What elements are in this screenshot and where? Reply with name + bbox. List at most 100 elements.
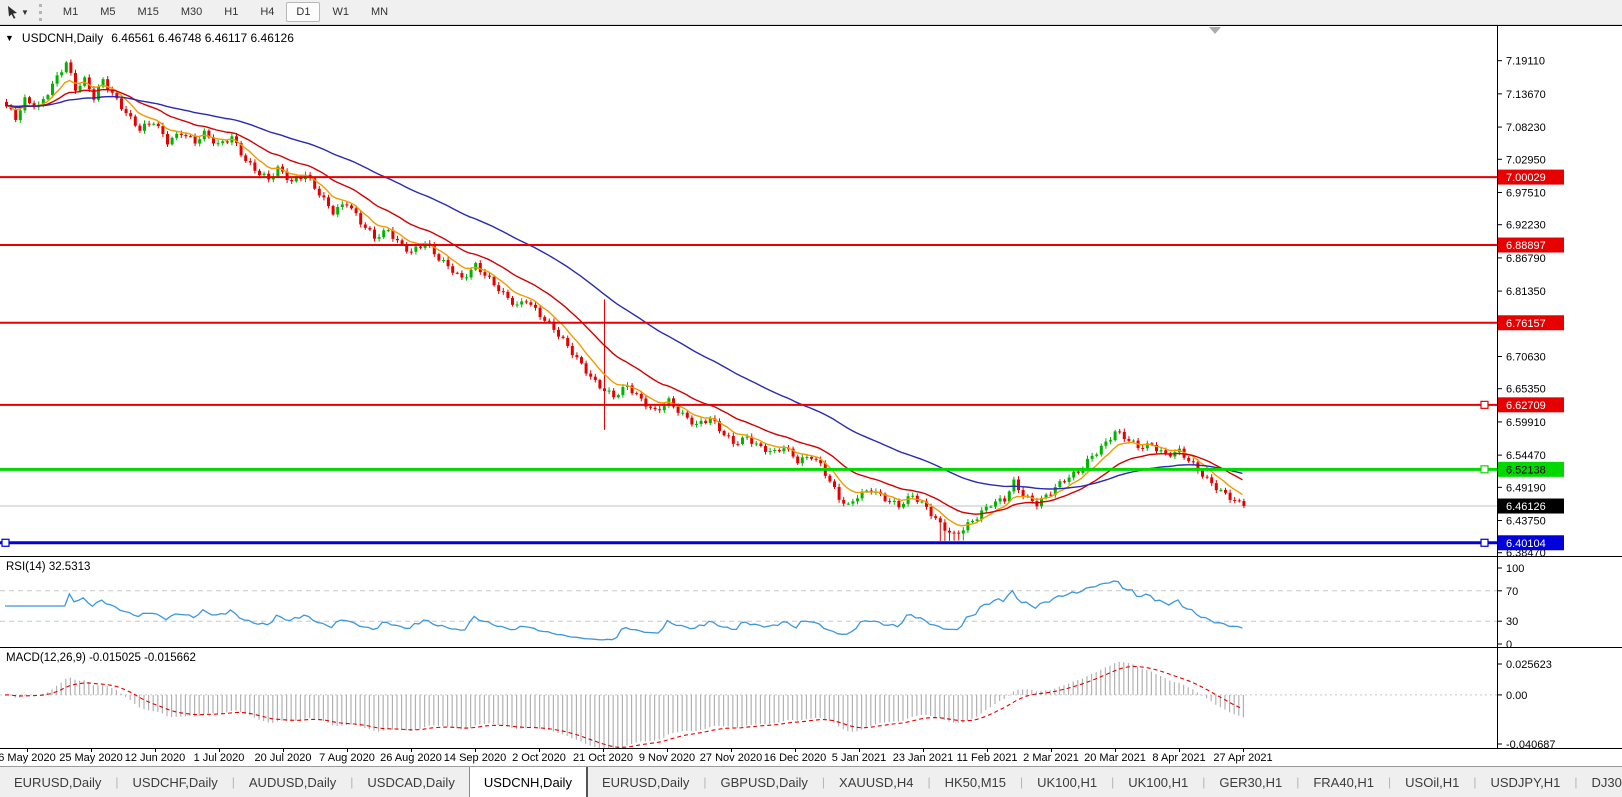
hline-6.40104[interactable] (0, 539, 1497, 546)
pointer-dropdown-caret-icon[interactable]: ▼ (21, 8, 29, 17)
svg-text:-0.040687: -0.040687 (1506, 739, 1556, 748)
price-label-6.62709: 6.62709 (1498, 397, 1564, 412)
date-label: 25 May 2020 (59, 752, 123, 764)
hline-right-handle[interactable] (1481, 466, 1488, 473)
pointer-tool-icon[interactable] (6, 5, 20, 19)
svg-text:70: 70 (1506, 586, 1518, 598)
timeframe-button-d1[interactable]: D1 (286, 2, 320, 22)
svg-text:100: 100 (1506, 563, 1524, 575)
hline-6.52138[interactable] (0, 466, 1497, 473)
tab-usdcnh-daily[interactable]: USDCNH,Daily (469, 767, 588, 797)
tab-uk100-h1[interactable]: UK100,H1 (1023, 767, 1111, 797)
date-label: 12 Jun 2020 (125, 752, 186, 764)
svg-text:6.40104: 6.40104 (1506, 538, 1546, 550)
tab-usdjpy-h1[interactable]: USDJPY,H1 (1476, 767, 1574, 797)
rsi-axis-ticks: 10070300 (1497, 563, 1524, 647)
svg-text:7.02950: 7.02950 (1506, 154, 1546, 166)
tab-usdcad-daily[interactable]: USDCAD,Daily (353, 767, 468, 797)
tab-gbpusd-daily[interactable]: GBPUSD,Daily (706, 767, 821, 797)
svg-text:6.59910: 6.59910 (1506, 417, 1546, 429)
price-axis-ticks: 7.191107.136707.082307.029506.975106.922… (1497, 56, 1546, 556)
svg-text:6.65350: 6.65350 (1506, 384, 1546, 396)
tab-xauusd-h4[interactable]: XAUUSD,H4 (825, 767, 927, 797)
date-label: 6 May 2020 (0, 752, 56, 764)
tab-usdchf-daily[interactable]: USDCHF,Daily (119, 767, 232, 797)
timeframe-toolbar: ▼ M1M5M15M30H1H4D1W1MN (0, 0, 1622, 25)
svg-text:6.81350: 6.81350 (1506, 286, 1546, 298)
date-label: 21 Oct 2020 (573, 752, 633, 764)
timeframe-button-h1[interactable]: H1 (214, 2, 248, 22)
svg-text:6.54470: 6.54470 (1506, 450, 1546, 462)
date-label: 11 Feb 2021 (957, 752, 1018, 764)
rsi-indicator-label: RSI(14) 32.5313 (6, 561, 90, 573)
chart-shift-marker-icon[interactable] (1209, 27, 1221, 34)
svg-text:6.70630: 6.70630 (1506, 351, 1546, 363)
price-pane: 7.191107.136707.082307.029506.975106.922… (0, 26, 1622, 557)
chart-symbol-period: USDCNH,Daily (22, 31, 103, 45)
price-label-6.40104: 6.40104 (1498, 535, 1564, 550)
rsi-line (5, 581, 1242, 640)
rsi-pane: 10070300 RSI(14) 32.5313 (0, 557, 1622, 648)
svg-text:6.43750: 6.43750 (1506, 516, 1546, 528)
svg-text:6.52138: 6.52138 (1506, 464, 1546, 476)
svg-text:6.46126: 6.46126 (1506, 501, 1546, 513)
svg-text:6.97510: 6.97510 (1506, 187, 1546, 199)
svg-text:6.88897: 6.88897 (1506, 240, 1546, 252)
macd-pane: 0.025623 0.00 -0.040687 MACD(12,26,9) -0.0… (0, 648, 1622, 749)
tab-audusd-daily[interactable]: AUDUSD,Daily (235, 767, 350, 797)
svg-text:7.08230: 7.08230 (1506, 122, 1546, 134)
mt4-window: ▼ M1M5M15M30H1H4D1W1MN 7.191107.136707.0… (0, 0, 1622, 797)
timeframe-buttons: M1M5M15M30H1H4D1W1MN (52, 2, 399, 22)
svg-text:6.49190: 6.49190 (1506, 482, 1546, 494)
tab-usoil-h1[interactable]: USOil,H1 (1391, 767, 1473, 797)
hline-left-handle[interactable] (2, 539, 9, 546)
hline-right-handle[interactable] (1481, 401, 1488, 408)
chart-title: ▼ USDCNH,Daily 6.46561 6.46748 6.46117 6… (5, 31, 294, 45)
svg-text:0: 0 (1506, 639, 1512, 647)
price-label-6.88897: 6.88897 (1498, 238, 1564, 253)
tab-ger30-h1[interactable]: GER30,H1 (1205, 767, 1296, 797)
timeframe-button-mn[interactable]: MN (361, 2, 398, 22)
timeframe-button-m15[interactable]: M15 (127, 2, 168, 22)
macd-signal-line (5, 666, 1242, 747)
tab-hk50-m15[interactable]: HK50,M15 (931, 767, 1020, 797)
svg-text:0.00: 0.00 (1506, 690, 1527, 702)
svg-text:0.025623: 0.025623 (1506, 659, 1552, 671)
tab-dj30-weekly[interactable]: DJ30,Weekly (1577, 767, 1622, 797)
date-label: 16 Dec 2020 (764, 752, 826, 764)
date-label: 14 Sep 2020 (444, 752, 506, 764)
current-price-label: 6.46126 (1498, 499, 1564, 514)
chart-collapse-icon[interactable]: ▼ (5, 33, 14, 43)
svg-text:7.00029: 7.00029 (1506, 172, 1546, 184)
price-label-6.76157: 6.76157 (1498, 315, 1564, 330)
timeframe-button-m1[interactable]: M1 (53, 2, 88, 22)
date-label: 20 Mar 2021 (1084, 752, 1146, 764)
hline-6.62709[interactable] (0, 401, 1497, 408)
svg-text:6.76157: 6.76157 (1506, 318, 1546, 330)
date-label: 2 Oct 2020 (512, 752, 566, 764)
timeframe-button-w1[interactable]: W1 (322, 2, 359, 22)
price-label-6.52138: 6.52138 (1498, 462, 1564, 477)
ma-slow-line (5, 97, 1242, 489)
macd-indicator-label: MACD(12,26,9) -0.015025 -0.015662 (6, 652, 196, 664)
tab-uk100-h1[interactable]: UK100,H1 (1114, 767, 1202, 797)
chart-tab-bar: EURUSD,Daily|USDCHF,Daily|AUDUSD,Daily|U… (0, 766, 1622, 797)
price-label-7.00029: 7.00029 (1498, 170, 1564, 185)
ma-medium-line (5, 90, 1242, 515)
tab-eurusd-daily[interactable]: EURUSD,Daily (588, 767, 703, 797)
timeframe-button-m30[interactable]: M30 (171, 2, 212, 22)
date-axis[interactable]: 6 May 202025 May 202012 Jun 20201 Jul 20… (0, 749, 1622, 767)
tab-eurusd-daily[interactable]: EURUSD,Daily (0, 767, 115, 797)
date-label: 7 Aug 2020 (319, 752, 375, 764)
date-label: 5 Jan 2021 (832, 752, 886, 764)
ma-fast-line (5, 81, 1242, 526)
timeframe-button-h4[interactable]: H4 (250, 2, 284, 22)
chart-ohlc-values: 6.46561 6.46748 6.46117 6.46126 (111, 31, 294, 45)
toolbar-grip-handle[interactable] (39, 4, 42, 21)
date-label: 8 Apr 2021 (1152, 752, 1205, 764)
svg-text:7.19110: 7.19110 (1506, 56, 1545, 68)
tab-fra40-h1[interactable]: FRA40,H1 (1299, 767, 1388, 797)
date-label: 2 Mar 2021 (1023, 752, 1079, 764)
timeframe-button-m5[interactable]: M5 (90, 2, 125, 22)
hline-right-handle[interactable] (1481, 539, 1488, 546)
